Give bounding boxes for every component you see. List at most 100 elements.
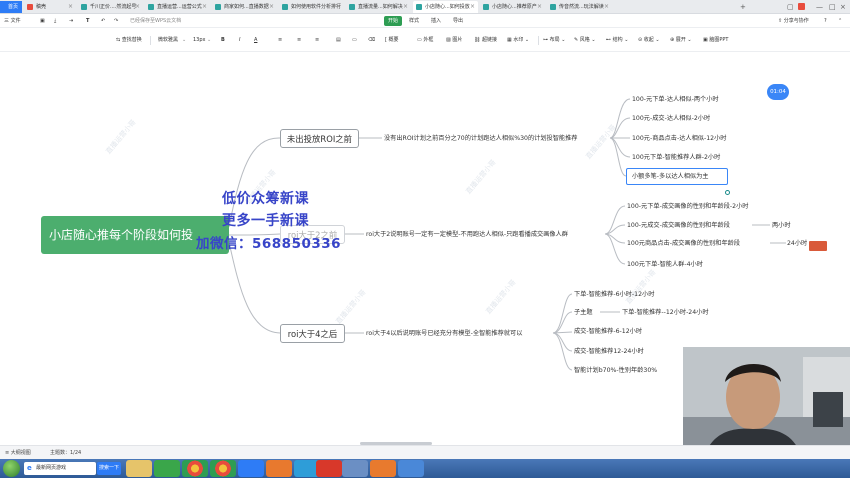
recording-timer[interactable]: 01:04 xyxy=(767,84,789,100)
branch-roi-over-4[interactable]: roi大于4之后 xyxy=(280,324,345,343)
leaf-topic[interactable]: 下单-智能推荐--12小时-24小时 xyxy=(622,308,709,317)
add-child-handle[interactable] xyxy=(725,190,730,195)
leaf-topic[interactable]: 100元商品点击-成交画像的性别和年龄段 xyxy=(627,239,740,248)
file-menu[interactable]: 三 文件 xyxy=(4,14,21,28)
leaf-topic[interactable]: 100元下单-智能人群-4小时 xyxy=(627,260,703,269)
branch-description[interactable]: roi大于2说明账号一定有一定模型-不用跑达人相似-只跑看播成交画像人群 xyxy=(366,230,568,239)
mindmap-ppt-button[interactable]: ▣ 脑图PPT xyxy=(703,28,728,52)
chevron-up-icon[interactable]: ⌃ xyxy=(838,14,842,28)
taskbar-search-input[interactable]: e 最新网页游戏 xyxy=(24,462,96,475)
chrome-icon[interactable] xyxy=(210,460,236,477)
browser-tab[interactable]: 小店随心...如何投放 × xyxy=(413,1,478,13)
branch-description[interactable]: 没有出ROI计划之前百分之70的计划跑达人相似%30的计划投智能推荐 xyxy=(384,134,578,143)
leaf-topic[interactable]: 子主题 xyxy=(574,308,593,317)
close-tab-icon[interactable]: × xyxy=(403,1,408,13)
leaf-topic[interactable]: 100-元成交-成交画像的性别和年龄段 xyxy=(627,221,730,230)
chrome-icon[interactable] xyxy=(182,460,208,477)
leaf-topic[interactable]: 100-元下单-达人相似-两个小时 xyxy=(632,95,719,104)
leaf-topic[interactable]: 成交-智能推荐12-24小时 xyxy=(574,347,644,356)
leaf-topic[interactable]: 100元下单-智能推荐人群-2小时 xyxy=(632,153,720,162)
sogou-icon[interactable] xyxy=(238,460,264,477)
export-icon[interactable]: ⇥ xyxy=(69,14,73,28)
leaf-topic[interactable]: 100元-成交-达人相似-2小时 xyxy=(632,114,710,123)
download-icon[interactable]: ⤓ xyxy=(54,14,56,28)
green-app-icon[interactable] xyxy=(154,460,180,477)
structure-button[interactable]: ⊷ 结构 ⌄ xyxy=(606,28,628,52)
format-painter-icon[interactable]: T xyxy=(86,14,89,28)
font-color-button[interactable]: A xyxy=(254,28,257,52)
leaf-topic[interactable]: 24小时 xyxy=(787,239,807,248)
font-size-select[interactable]: 13px xyxy=(193,28,206,52)
close-tab-icon[interactable]: × xyxy=(537,1,542,13)
minimize-button[interactable]: — xyxy=(816,1,823,13)
frame-button[interactable]: ▭ 外框 xyxy=(417,28,433,52)
tab-export[interactable]: 导出 xyxy=(449,16,467,26)
help-button[interactable]: ? xyxy=(824,14,827,28)
browser-tab[interactable]: 直播运营...运营公式 × xyxy=(145,1,210,13)
leaf-topic[interactable]: 智能计划b70%-性别年龄30% xyxy=(574,366,657,375)
collapse-button[interactable]: ⊝ 收起 ⌄ xyxy=(638,28,660,52)
leaf-topic[interactable]: 100-元下单-成交画像的性别和年龄段-2小时 xyxy=(627,202,748,211)
close-tab-icon[interactable]: × xyxy=(202,1,207,13)
browser-tab[interactable]: 直播流量...如何解决 × xyxy=(346,1,411,13)
player-icon[interactable] xyxy=(370,460,396,477)
leaf-topic[interactable]: 下单-智能推荐-6小时-12小时 xyxy=(574,290,654,299)
wps-icon[interactable] xyxy=(316,460,342,477)
square-icon[interactable]: ▢ xyxy=(787,1,794,13)
close-tab-icon[interactable]: × xyxy=(135,1,140,13)
layout-button[interactable]: ⊶ 布局 ⌄ xyxy=(543,28,565,52)
leaf-topic[interactable]: 成交-智能推荐-6-12小时 xyxy=(574,327,642,336)
user-avatar-icon[interactable] xyxy=(798,3,805,10)
phone-app-icon[interactable] xyxy=(398,460,424,477)
browser-tab[interactable]: 小店随心...推荐原产 × xyxy=(480,1,545,13)
undo-icon[interactable]: ↶ xyxy=(101,14,105,28)
fill-icon[interactable]: ▤ xyxy=(336,28,341,52)
branch-before-roi[interactable]: 未出投放ROI之前 xyxy=(280,129,359,148)
tab-insert[interactable]: 插入 xyxy=(427,16,445,26)
window-app-icon[interactable] xyxy=(342,460,368,477)
close-tab-icon[interactable]: × xyxy=(470,1,475,13)
selected-topic[interactable]: 小额多笔-多以达人相似为主 xyxy=(626,168,728,185)
chevron-down-icon[interactable]: ⌄ xyxy=(207,28,211,52)
italic-button[interactable]: I xyxy=(239,28,240,52)
clear-format-icon[interactable]: ⌫ xyxy=(368,28,375,52)
browser-tab[interactable]: 商家如何...直播数据 × xyxy=(212,1,277,13)
redo-icon[interactable]: ↷ xyxy=(114,14,118,28)
outline-view-button[interactable]: ≡ 大纲视图 xyxy=(5,446,31,460)
close-tab-icon[interactable]: × xyxy=(269,1,274,13)
browser-tab[interactable]: 传音然流...玩法解读 × xyxy=(547,1,612,13)
tab-style[interactable]: 样式 xyxy=(405,16,423,26)
leaf-topic[interactable]: 两小时 xyxy=(772,221,791,230)
border-icon[interactable]: ▭ xyxy=(352,28,357,52)
watermark-button[interactable]: ▦ 水印 ⌄ xyxy=(507,28,529,52)
font-family-select[interactable]: 微软雅黑 xyxy=(158,28,178,52)
close-tab-icon[interactable]: × xyxy=(68,1,73,13)
style-button[interactable]: ✎ 风格 ⌄ xyxy=(574,28,596,52)
file-explorer-icon[interactable] xyxy=(126,460,152,477)
bold-button[interactable]: B xyxy=(221,28,225,52)
leaf-topic[interactable]: 小额多笔-多以达人相似为主 xyxy=(632,172,708,181)
browser-tab[interactable]: 首页 xyxy=(0,1,22,13)
align-right-icon[interactable]: ≡ xyxy=(315,28,319,52)
align-left-icon[interactable]: ≡ xyxy=(278,28,282,52)
leaf-topic[interactable]: 100元-商品点击-达人相似-12小时 xyxy=(632,134,726,143)
start-button[interactable] xyxy=(3,460,20,477)
branch-description[interactable]: roi大于4以后说明账号已经充分有模型-全智能推荐就可以 xyxy=(366,329,522,338)
align-center-icon[interactable]: ≡ xyxy=(297,28,301,52)
chevron-down-icon[interactable]: ⌄ xyxy=(182,28,186,52)
outline-button[interactable]: [ 概要 xyxy=(385,28,399,52)
browser-tab[interactable]: 千川正价....然流起号 × xyxy=(78,1,143,13)
firefox-icon[interactable] xyxy=(266,460,292,477)
new-tab-button[interactable]: + xyxy=(740,1,746,13)
share-collab-button[interactable]: ⇪ 分享与协作 xyxy=(778,14,809,28)
save-icon[interactable]: ▣ xyxy=(40,14,45,28)
image-button[interactable]: ▨ 图片 xyxy=(446,28,462,52)
browser-tab[interactable]: 如何使用软件分析排行 × xyxy=(279,1,344,13)
close-tab-icon[interactable]: × xyxy=(336,1,341,13)
close-tab-icon[interactable]: × xyxy=(604,1,609,13)
find-replace-button[interactable]: ⇆ 查找替换 xyxy=(116,28,142,52)
expand-button[interactable]: ⊕ 展开 ⌄ xyxy=(670,28,692,52)
floating-tool-icon[interactable] xyxy=(809,241,827,251)
hyperlink-button[interactable]: ⛓ 超链接 xyxy=(474,28,497,52)
browser-tab[interactable]: 稿壳 × xyxy=(24,1,76,13)
